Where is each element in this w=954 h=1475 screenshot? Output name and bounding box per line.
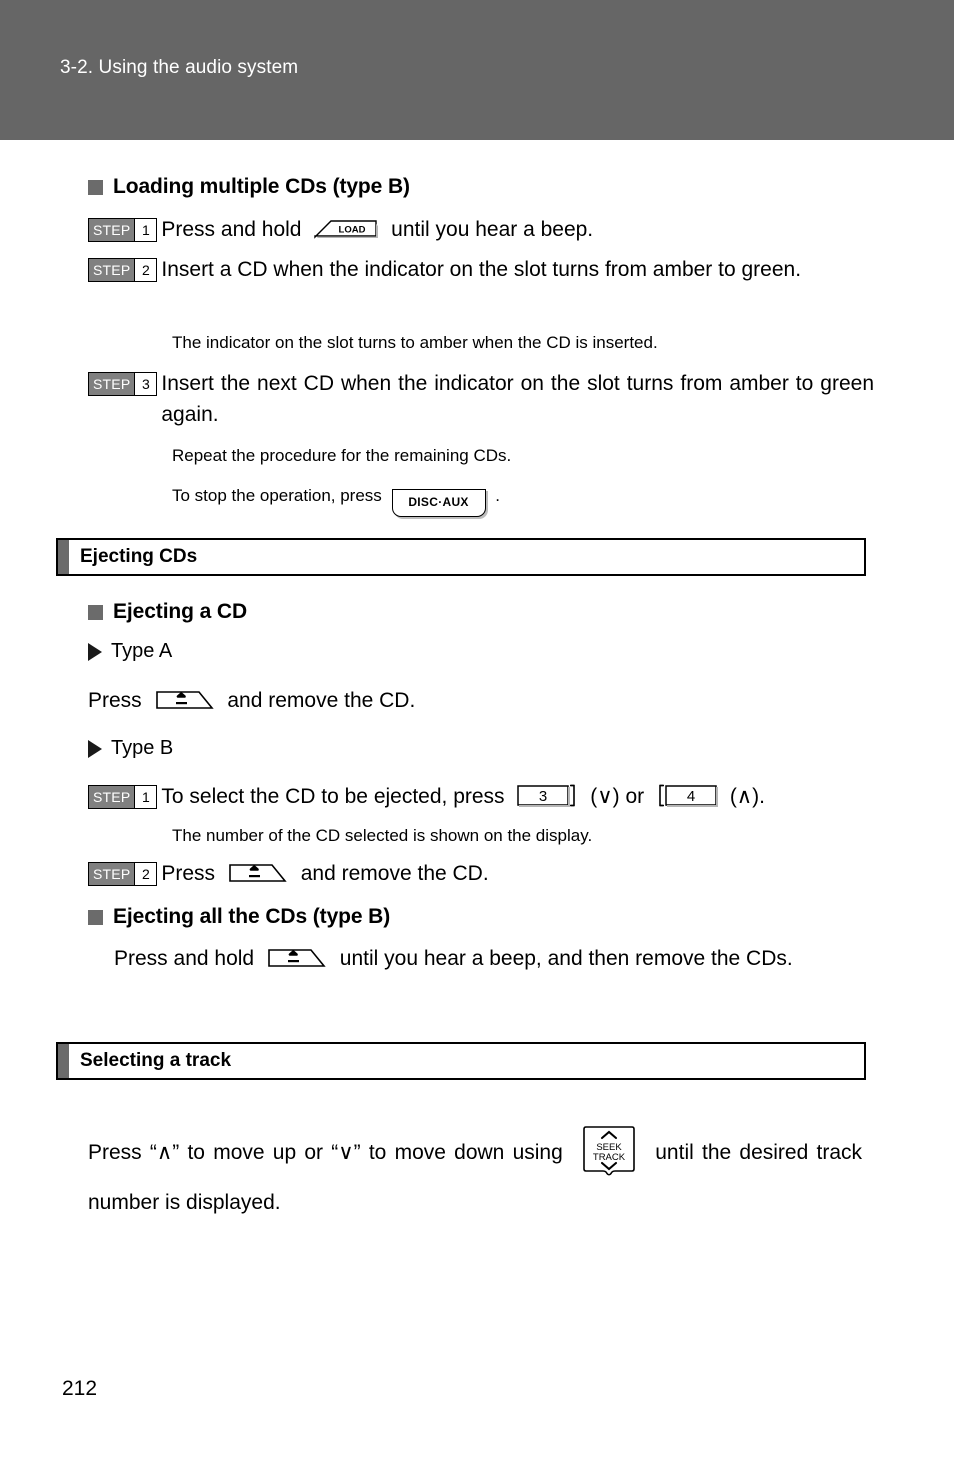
step-text-1: Press and hold LOAD until you hear a bee… xyxy=(161,214,878,245)
eject-all-text-before: Press and hold xyxy=(114,947,255,970)
triangle-marker-icon xyxy=(88,642,102,661)
step-badge-eject-2: STEP 2 xyxy=(88,862,158,886)
subheading-label: Ejecting all the CDs (type B) xyxy=(113,905,391,928)
step-text-eject-1: To select the CD to be ejected, press 3 … xyxy=(161,781,878,812)
svg-text:LOAD: LOAD xyxy=(339,225,366,236)
step-badge-1: STEP 1 xyxy=(88,218,158,242)
step-row-load-2: STEP 2 Insert a CD when the indicator on… xyxy=(88,254,874,285)
step-badge-2: STEP 2 xyxy=(88,258,158,282)
step-text-3: Insert the next CD when the indicator on… xyxy=(161,372,874,426)
type-a-text-before: Press xyxy=(88,689,142,712)
step-row-load-1: STEP 1 Press and hold LOAD until you hea… xyxy=(88,214,878,245)
eject-all-text-after: until you hear a beep, and then remove t… xyxy=(339,947,793,970)
section-bar-title: Ejecting CDs xyxy=(80,546,198,567)
step-badge-number: 3 xyxy=(134,373,157,395)
page-header-band: 3-2. Using the audio system xyxy=(0,0,954,140)
svg-text:TRACK: TRACK xyxy=(593,1152,626,1163)
type-a-instruction: Press and remove the CD. xyxy=(88,685,858,716)
step-badge-word: STEP xyxy=(89,373,135,395)
step-row-eject-1: STEP 1 To select the CD to be ejected, p… xyxy=(88,781,878,812)
eject-all-instruction: Press and hold until you hear a beep, an… xyxy=(114,943,862,974)
step-text-before: Press and hold xyxy=(161,218,302,241)
svg-text:4: 4 xyxy=(687,788,695,805)
step-badge-number: 1 xyxy=(134,786,157,808)
section-bar-title: Selecting a track xyxy=(80,1050,232,1071)
eject-press-text-after: and remove the CD. xyxy=(300,862,489,885)
step-badge-eject-1: STEP 1 xyxy=(88,785,158,809)
disc-button-4-icon[interactable]: 4 xyxy=(656,783,718,808)
step-badge-number: 2 xyxy=(134,259,157,281)
square-bullet-icon xyxy=(88,909,103,925)
type-b-heading: Type B xyxy=(88,737,173,760)
step-text-eject-2: Press and remove the CD. xyxy=(161,858,878,889)
step-badge-word: STEP xyxy=(89,863,135,885)
page-number: 212 xyxy=(62,1377,98,1400)
subheading-loading-multiple-cds: Loading multiple CDs (type B) xyxy=(88,175,410,199)
step-badge-number: 2 xyxy=(134,863,157,885)
step-note-3b: To stop the operation, press DISC·AUX . xyxy=(172,483,872,517)
section-bar-tab xyxy=(58,1044,69,1078)
eject-mid-text-2: (∧). xyxy=(729,785,766,808)
svg-text:3: 3 xyxy=(539,788,547,805)
eject-button-icon[interactable] xyxy=(228,862,288,884)
type-a-label: Type A xyxy=(111,640,173,662)
eject-button-icon[interactable] xyxy=(267,947,327,969)
square-bullet-icon xyxy=(88,604,103,620)
step-note-2: The indicator on the slot turns to amber… xyxy=(172,333,658,352)
type-a-heading: Type A xyxy=(88,640,172,663)
disc-button-3-icon[interactable]: 3 xyxy=(516,783,578,808)
selecting-text-before: Press “∧” to move up or “∨” to move down… xyxy=(88,1141,563,1164)
section-bar-ejecting-cds: Ejecting CDs xyxy=(56,538,866,576)
triangle-marker-icon xyxy=(88,739,102,758)
eject-select-text: To select the CD to be ejected, press xyxy=(161,785,505,808)
step-badge-word: STEP xyxy=(89,219,135,241)
step-row-eject-2: STEP 2 Press and remove the CD. xyxy=(88,858,878,889)
stop-operation-text-after: . xyxy=(495,486,500,505)
stop-operation-text-before: To stop the operation, press xyxy=(172,486,382,505)
load-button-icon[interactable]: LOAD xyxy=(313,218,379,239)
page-header-title: 3-2. Using the audio system xyxy=(60,57,299,78)
section-bar-tab xyxy=(58,540,69,574)
subheading-ejecting-a-cd: Ejecting a CD xyxy=(88,600,247,624)
subheading-label: Loading multiple CDs (type B) xyxy=(113,175,410,198)
square-bullet-icon xyxy=(88,179,103,195)
disc-aux-button-icon[interactable]: DISC·AUX xyxy=(391,489,486,517)
eject-press-text-before: Press xyxy=(161,862,216,885)
selecting-track-instruction: Press “∧” to move up or “∨” to move down… xyxy=(88,1125,862,1228)
type-b-label: Type B xyxy=(111,737,174,759)
eject-mid-text-1: (∨) or xyxy=(590,785,645,808)
subheading-label: Ejecting a CD xyxy=(113,600,248,623)
section-bar-selecting-a-track: Selecting a track xyxy=(56,1042,866,1080)
step-badge-word: STEP xyxy=(89,786,135,808)
seek-track-button-icon[interactable]: SEEK TRACK xyxy=(579,1125,639,1177)
step-badge-word: STEP xyxy=(89,259,135,281)
step-badge-number: 1 xyxy=(134,219,157,241)
type-a-text-after: and remove the CD. xyxy=(227,689,416,712)
step-badge-3: STEP 3 xyxy=(88,372,158,396)
eject-button-icon[interactable] xyxy=(155,689,215,711)
subheading-ejecting-all-cds: Ejecting all the CDs (type B) xyxy=(88,905,390,929)
step-text-after: until you hear a beep. xyxy=(391,218,594,241)
step-text-2: Insert a CD when the indicator on the sl… xyxy=(161,258,802,281)
step-note-3: Repeat the procedure for the remaining C… xyxy=(172,446,512,465)
step-row-load-3: STEP 3 Insert the next CD when the indic… xyxy=(88,368,874,430)
step-note-eject-1: The number of the CD selected is shown o… xyxy=(172,826,593,845)
